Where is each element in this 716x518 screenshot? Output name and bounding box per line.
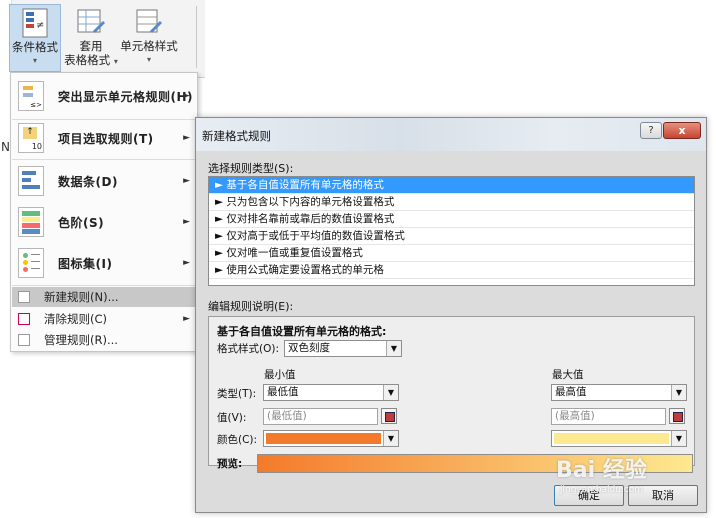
min-value-text: (最低值) [267,410,307,422]
type-label: 类型(T): [217,388,257,400]
svg-text:≠: ≠ [36,20,44,31]
rule-type-item[interactable]: ► 仅对高于或低于平均值的数值设置格式 [209,228,694,245]
menu-item-new-rule[interactable]: 新建规则(N)... [12,287,196,307]
icon-sets-label: 图标集(I) [58,256,113,271]
top-bottom-rules-label: 项目选取规则(T) [58,131,154,146]
top-bottom-rules-icon: ↑ 10 [18,123,44,153]
min-range-picker-icon[interactable] [381,408,397,424]
color-label: 颜色(C): [217,434,258,446]
menu-item-icon-sets[interactable]: 图标集(I) ► [12,242,196,284]
submenu-arrow-icon: ► [183,217,190,227]
menu-item-color-scales[interactable]: 色阶(S) ► [12,201,196,243]
cell-style-label: 单元格样式 [120,39,178,53]
menu-item-top-bottom-rules[interactable]: ↑ 10 项目选取规则(T) ► [12,117,196,159]
chevron-down-icon: ▾ [32,56,37,65]
min-value-input[interactable]: (最低值) [263,408,378,425]
submenu-arrow-icon: ► [183,314,190,324]
help-button[interactable]: ? [640,122,662,139]
ribbon-styles-group: ≠ 条件格式 ▾ 套用 表格格式 ▾ 单元格样式 ▾ [0,0,205,78]
new-rule-label: 新建规则(N)... [44,290,119,304]
min-color-select[interactable]: ▼ [263,430,399,447]
highlight-rules-icon: ≤> [18,81,44,111]
dialog-title: 新建格式规则 [202,129,271,143]
format-style-value: 双色刻度 [288,342,330,354]
eraser-icon [18,313,30,325]
close-button[interactable]: x [663,122,701,139]
conditional-format-menu: ≤> 突出显示单元格规则(H) ► ↑ 10 项目选取规则(T) ► 数据条(D… [10,72,198,352]
min-color-swatch [266,433,381,444]
menu-item-manage-rules[interactable]: 管理规则(R)... [12,330,196,350]
max-type-select[interactable]: 最高值 ▼ [551,384,687,401]
watermark-url: jingyan.baidu.com [560,485,644,495]
data-bars-icon [18,166,44,196]
color-scales-label: 色阶(S) [58,215,105,230]
format-as-table-label-2: 表格格式 ▾ [64,53,118,67]
max-color-swatch [554,433,669,444]
chevron-down-icon: ▼ [383,385,398,400]
submenu-arrow-icon: ► [183,258,190,268]
rule-type-item[interactable]: ► 基于各自值设置所有单元格的格式 [209,177,694,194]
menu-item-highlight-rules[interactable]: ≤> 突出显示单元格规则(H) ► [12,75,196,117]
rule-type-item[interactable]: ► 仅对排名靠前或靠后的数值设置格式 [209,211,694,228]
max-color-select[interactable]: ▼ [551,430,687,447]
edit-rule-description-label: 编辑规则说明(E): [208,300,294,313]
format-style-select[interactable]: 双色刻度 ▼ [284,340,402,357]
max-type-value: 最高值 [555,386,587,398]
submenu-arrow-icon: ► [183,91,190,101]
min-header: 最小值 [264,369,296,381]
chevron-down-icon: ▼ [386,341,401,356]
preview-label: 预览: [217,458,243,470]
value-label: 值(V): [217,412,247,424]
table-format-icon [77,9,105,33]
max-range-picker-icon[interactable] [669,408,685,424]
min-type-select[interactable]: 最低值 ▼ [263,384,399,401]
color-scales-icon [18,207,44,237]
ribbon-separator [196,6,197,68]
menu-item-clear-rules[interactable]: 清除规则(C) ► [12,309,196,329]
max-value-text: (最高值) [555,410,595,422]
dialog-titlebar[interactable]: 新建格式规则 ? x [196,118,706,151]
conditional-format-label: 条件格式 [12,40,58,54]
submenu-arrow-icon: ► [183,176,190,186]
rule-type-item[interactable]: ► 仅对唯一值或重复值设置格式 [209,245,694,262]
new-rule-icon [18,291,30,303]
manage-rules-label: 管理规则(R)... [44,333,118,347]
highlight-rules-label: 突出显示单元格规则(H) [58,89,194,104]
format-style-label: 格式样式(O): [217,343,279,355]
clear-rules-label: 清除规则(C) [44,312,108,326]
chevron-down-icon: ▾ [146,55,151,64]
column-header-letter: N [1,140,10,154]
watermark-logo: Bai 经验 [556,458,647,483]
description-title: 基于各自值设置所有单元格的格式: [217,325,387,338]
min-type-value: 最低值 [267,386,299,398]
submenu-arrow-icon: ► [183,133,190,143]
chevron-down-icon: ▼ [671,431,686,446]
menu-divider [12,285,196,286]
conditional-format-icon: ≠ [22,8,48,38]
format-as-table-button[interactable]: 套用 表格格式 ▾ [63,4,119,72]
rule-type-list[interactable]: ► 基于各自值设置所有单元格的格式 ► 只为包含以下内容的单元格设置格式 ► 仅… [208,176,695,286]
select-rule-type-label: 选择规则类型(S): [208,162,294,175]
rule-type-item[interactable]: ► 只为包含以下内容的单元格设置格式 [209,194,694,211]
conditional-format-button[interactable]: ≠ 条件格式 ▾ [9,4,61,72]
chevron-down-icon: ▼ [671,385,686,400]
cell-style-icon [136,9,162,33]
rule-description-panel: 基于各自值设置所有单元格的格式: 格式样式(O): 双色刻度 ▼ 最小值 最大值… [208,316,695,473]
chevron-down-icon: ▼ [383,431,398,446]
max-value-input[interactable]: (最高值) [551,408,666,425]
cell-style-button[interactable]: 单元格样式 ▾ [118,4,180,72]
data-bars-label: 数据条(D) [58,174,118,189]
icon-sets-icon [18,248,44,278]
menu-item-data-bars[interactable]: 数据条(D) ► [12,160,196,202]
rule-type-item[interactable]: ► 使用公式确定要设置格式的单元格 [209,262,694,279]
max-header: 最大值 [552,369,584,381]
format-as-table-label: 套用 [79,39,103,53]
manage-rules-icon [18,334,30,346]
